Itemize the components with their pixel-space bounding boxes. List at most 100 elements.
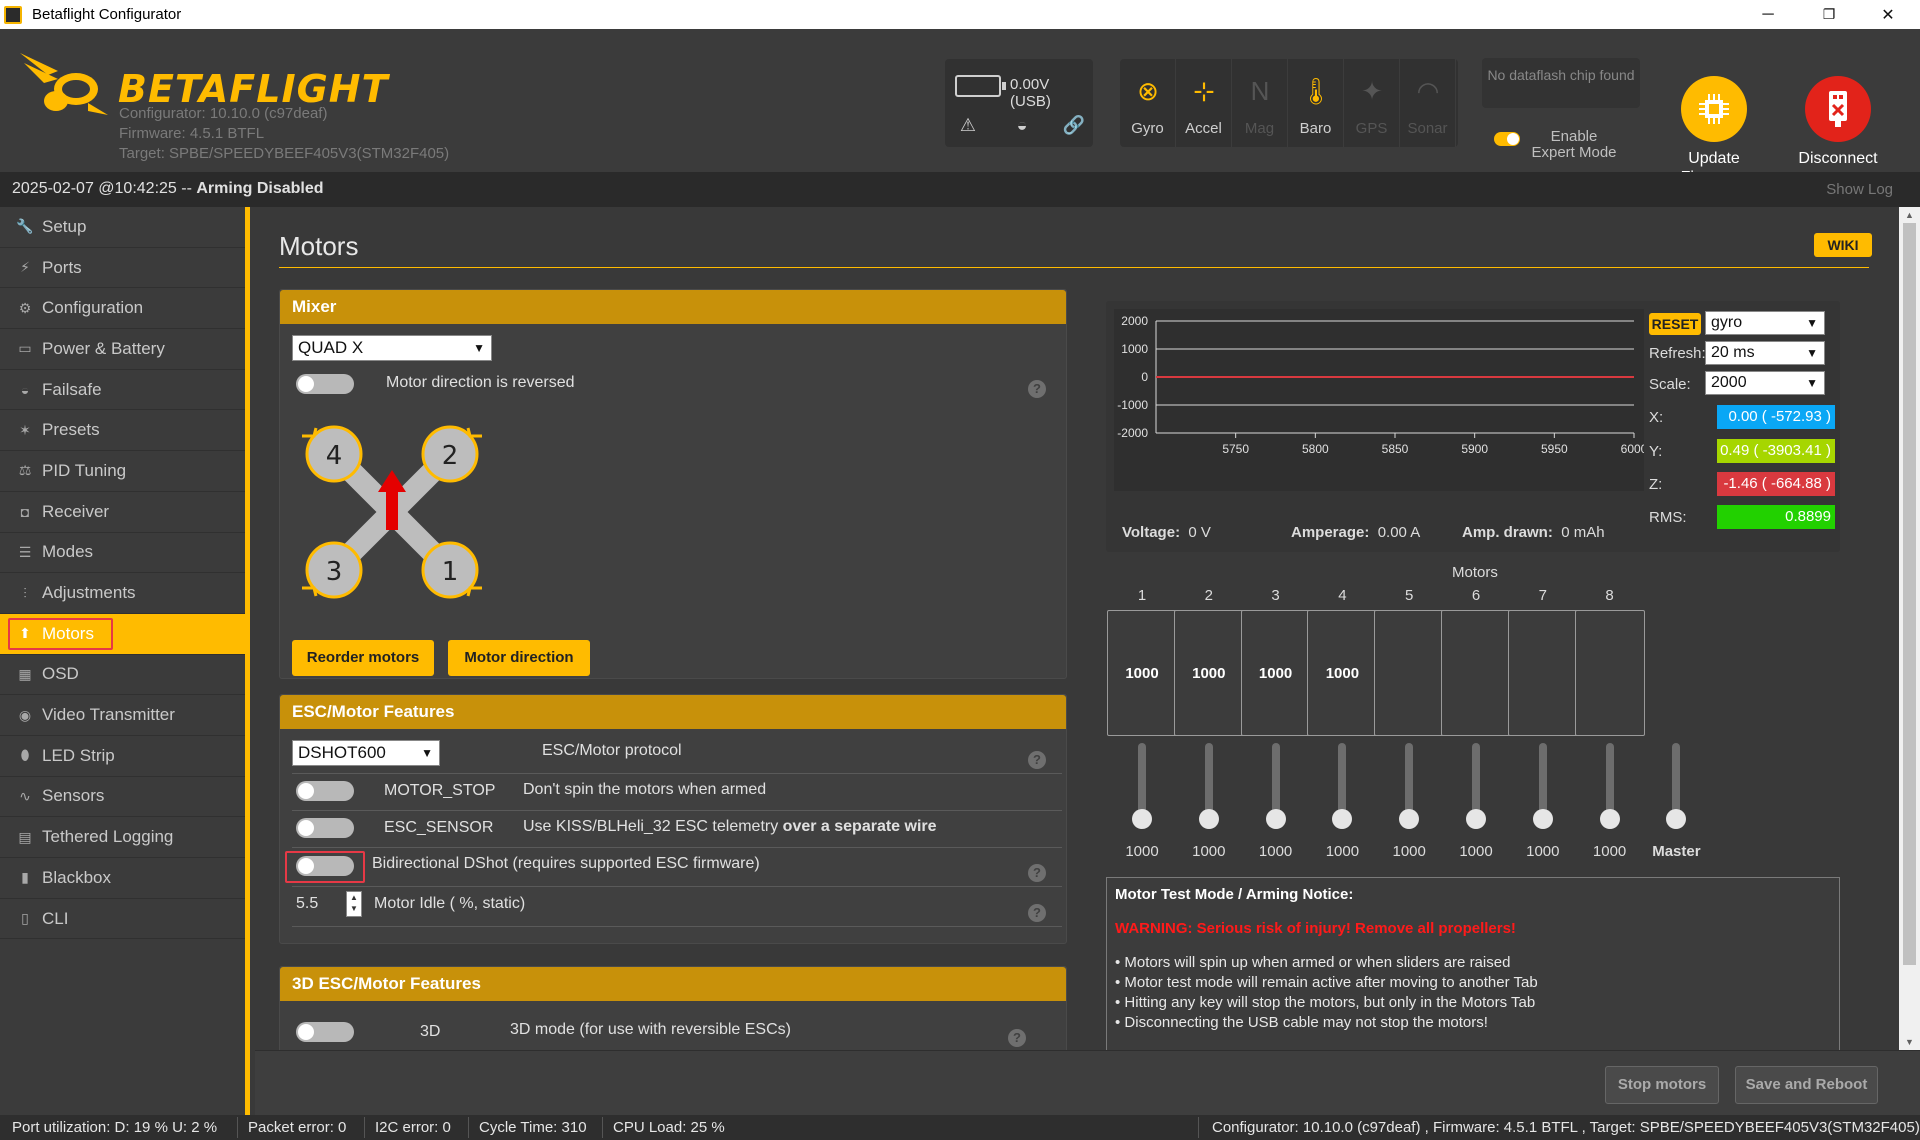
magic-icon: ✶	[19, 421, 31, 438]
3d-mode-toggle[interactable]	[296, 1022, 354, 1042]
help-icon[interactable]: ?	[1028, 904, 1046, 922]
close-button[interactable]: ✕	[1860, 0, 1916, 29]
battery-icon: ▭	[18, 340, 32, 357]
sidebar-item-adjustments[interactable]: ⫶ Adjustments	[0, 573, 245, 614]
slider-handle[interactable]	[1132, 809, 1152, 829]
sidebar-item-label: Setup	[42, 216, 87, 236]
slider-handle[interactable]	[1198, 809, 1219, 829]
wiki-button[interactable]: WIKI	[1814, 233, 1872, 257]
sidebar-item-failsafe[interactable]: ◒ Failsafe	[0, 370, 245, 411]
slider-handle[interactable]	[1466, 809, 1486, 829]
motor-label-3: 3	[326, 557, 343, 587]
motor-slider-value: 1000	[1592, 843, 1627, 860]
motor-idle-label: Motor Idle ( %, static)	[374, 895, 526, 912]
sidebar-item-pid-tuning[interactable]: ⚖ PID Tuning	[0, 451, 245, 492]
separator	[602, 1117, 603, 1138]
terminal-icon: ▯	[21, 910, 29, 927]
bidirectional-dshot-toggle[interactable]	[296, 856, 354, 876]
sidebar-item-setup[interactable]: 🔧 Setup	[0, 207, 245, 248]
help-icon[interactable]: ?	[1028, 751, 1046, 769]
sensor-label: Baro	[1299, 120, 1332, 137]
parachute-icon: ◒	[20, 381, 30, 398]
chevron-down-icon: ▼	[1806, 346, 1818, 360]
esc-sensor-toggle[interactable]	[296, 818, 354, 838]
expert-mode-toggle[interactable]	[1494, 132, 1520, 146]
reorder-motors-button[interactable]: Reorder motors	[292, 640, 434, 676]
sidebar-item-ports[interactable]: ⚡ Ports	[0, 248, 245, 289]
help-icon[interactable]: ?	[1008, 1029, 1026, 1047]
y-tick-label: -1000	[1117, 398, 1148, 412]
help-icon[interactable]: ?	[1028, 380, 1046, 398]
mixer-panel: Mixer QUAD X ▼ Motor direction is reverse…	[279, 289, 1067, 679]
sidebar-item-presets[interactable]: ✶ Presets	[0, 410, 245, 452]
motor-idle-input[interactable]: 5.5 ▲ ▼	[292, 891, 362, 917]
separator	[1198, 1117, 1199, 1138]
chevron-down-icon: ▼	[421, 746, 433, 760]
scale-select[interactable]: 2000 ▼	[1705, 371, 1825, 395]
sidebar-item-blackbox[interactable]: ▮ Blackbox	[0, 858, 245, 899]
configurator-version: Configurator: 10.10.0 (c97deaf)	[119, 105, 328, 122]
sidebar-item-label: Modes	[42, 542, 94, 562]
stepper-icon[interactable]: ▲ ▼	[346, 891, 362, 917]
motor-label-1: 1	[442, 557, 459, 587]
toggles-icon: ☰	[18, 543, 32, 560]
esc-sensor-desc: Use KISS/BLHeli_32 ESC telemetry over a …	[523, 818, 937, 835]
scroll-down-icon[interactable]: ▼	[1899, 1034, 1920, 1050]
y-tick-label: 2000	[1121, 314, 1148, 328]
sidebar-item-modes[interactable]: ☰ Modes	[0, 533, 245, 574]
sidebar-item-tethered-logging[interactable]: ▤ Tethered Logging	[0, 817, 245, 858]
3d-label: 3D	[420, 1023, 441, 1040]
scale-label: Scale:	[1649, 376, 1691, 393]
maximize-button[interactable]: ❐	[1801, 0, 1857, 29]
slider-handle[interactable]	[1399, 809, 1420, 829]
plug-icon: ⚡	[20, 259, 30, 276]
scroll-up-icon[interactable]: ▲	[1899, 207, 1920, 223]
slider-handle[interactable]	[1332, 809, 1353, 829]
sidebar-item-led-strip[interactable]: ⬮ LED Strip	[0, 736, 245, 777]
slider-handle[interactable]	[1532, 809, 1553, 829]
rms-label: RMS:	[1649, 509, 1687, 526]
refresh-select[interactable]: 20 ms ▼	[1705, 341, 1825, 365]
minimize-button[interactable]: ─	[1740, 0, 1796, 29]
update-firmware-button[interactable]: Update Firmware	[1654, 76, 1774, 187]
usb-disconnect-icon	[1805, 76, 1871, 142]
mixer-type-select[interactable]: QUAD X ▼	[292, 335, 492, 361]
sidebar-item-sensors[interactable]: ∿ Sensors	[0, 777, 245, 818]
slider-handle[interactable]	[1666, 809, 1687, 829]
motor-slider-value: 1000	[1192, 843, 1226, 860]
slider-handle[interactable]	[1265, 809, 1286, 829]
esc-protocol-select[interactable]: DSHOT600 ▼	[292, 740, 440, 766]
sidebar-item-video-transmitter[interactable]: ◉ Video Transmitter	[0, 695, 245, 736]
dataflash-status: No dataflash chip found	[1482, 58, 1640, 108]
show-log-link[interactable]: Show Log	[1826, 181, 1893, 198]
motors-tab-content: Motors WIKI Mixer QUAD X ▼ Motor directio…	[255, 207, 1899, 1050]
sidebar-item-osd[interactable]: ▦ OSD	[0, 655, 245, 696]
motor-direction-button[interactable]: Motor direction	[448, 640, 590, 676]
motor-stop-toggle[interactable]	[296, 781, 354, 801]
sidebar-item-label: Tethered Logging	[42, 827, 174, 847]
disconnect-button[interactable]: Disconnect	[1778, 76, 1898, 168]
stop-motors-button[interactable]: Stop motors	[1605, 1066, 1719, 1104]
sidebar-item-receiver[interactable]: ◘ Receiver	[0, 492, 245, 533]
motor-label-4: 4	[326, 441, 343, 471]
main-scrollbar[interactable]: ▲ ▼	[1899, 207, 1920, 1050]
sidebar-item-motors[interactable]: ⬆ Motors	[0, 613, 245, 655]
slider-handle[interactable]	[1599, 809, 1620, 829]
expert-mode[interactable]: Enable Expert Mode	[1494, 129, 1620, 161]
motor-label-2: 2	[442, 441, 459, 471]
save-reboot-button[interactable]: Save and Reboot	[1735, 1066, 1878, 1104]
rms-value: 0.8899	[1717, 505, 1835, 529]
y-tick-label: -2000	[1117, 426, 1148, 440]
sidebar-item-configuration[interactable]: ⚙ Configuration	[0, 288, 245, 330]
esc-3d-header: 3D ESC/Motor Features	[280, 967, 1066, 1001]
scrollbar-thumb[interactable]	[1903, 223, 1916, 965]
motor-reversed-toggle[interactable]	[296, 374, 354, 394]
sidebar-item-cli[interactable]: ▯ CLI	[0, 899, 245, 940]
sidebar-item-power-battery[interactable]: ▭ Power & Battery	[0, 329, 245, 370]
motor-value-box: 1000	[1107, 610, 1177, 736]
help-icon[interactable]: ?	[1028, 864, 1046, 882]
graph-source-select[interactable]: gyro ▼	[1705, 311, 1825, 335]
version-footer: Configurator: 10.10.0 (c97deaf) , Firmwa…	[1212, 1119, 1920, 1136]
motor-test-notice: Motor Test Mode / Arming Notice: WARNING…	[1106, 877, 1840, 1050]
reset-button[interactable]: RESET	[1649, 313, 1701, 335]
